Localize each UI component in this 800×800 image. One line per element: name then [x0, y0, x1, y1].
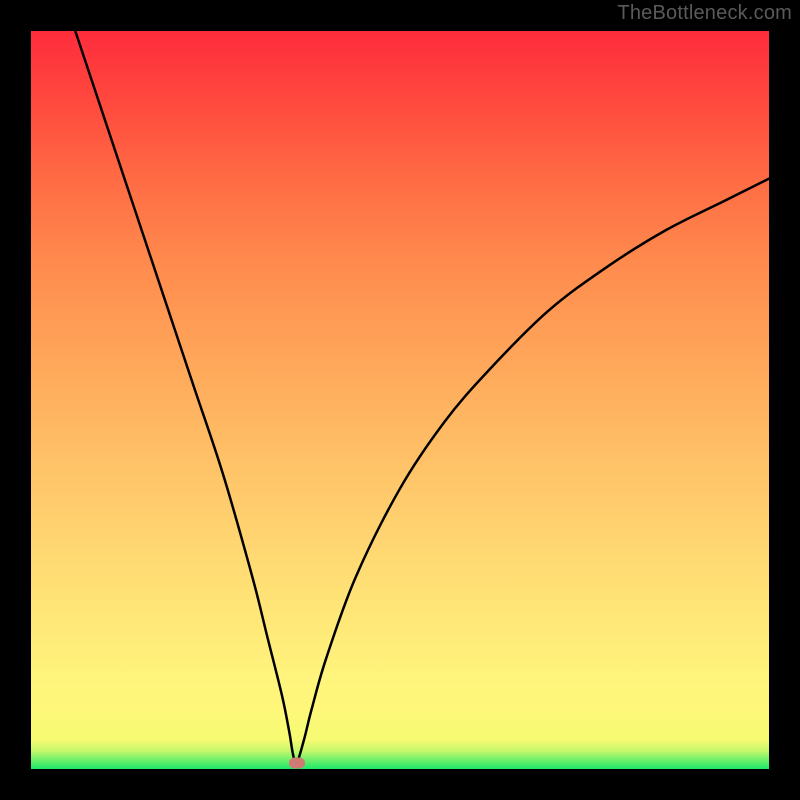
curve-svg — [31, 31, 769, 769]
watermark-text: TheBottleneck.com — [617, 2, 792, 25]
min-point-marker — [289, 758, 305, 769]
plot-area — [31, 31, 769, 769]
bottleneck-curve-path — [75, 31, 769, 764]
chart-container: TheBottleneck.com — [0, 0, 800, 800]
